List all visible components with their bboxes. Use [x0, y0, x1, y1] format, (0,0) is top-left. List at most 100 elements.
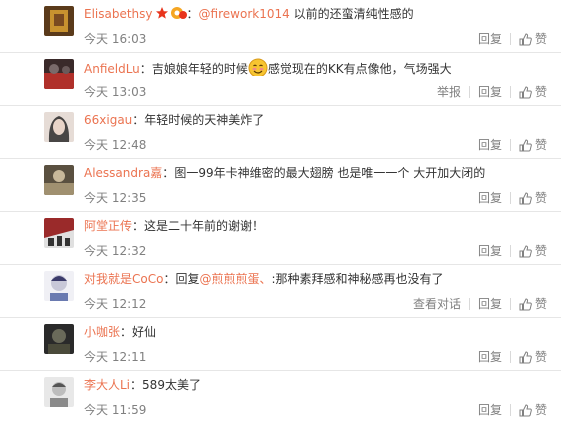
comment-item: 阿堂正传：这是二十年前的谢谢！ 今天 12:32 回复 赞 — [0, 212, 561, 265]
star-badge-icon — [155, 6, 169, 23]
comment-text: 年轻时候的天神美炸了 — [144, 113, 265, 127]
avatar[interactable] — [44, 377, 74, 407]
divider — [468, 86, 470, 98]
divider — [468, 298, 470, 310]
member-badge-icon — [170, 6, 187, 23]
timestamp: 今天 13:03 — [84, 85, 147, 99]
username[interactable]: 阿堂正传 — [84, 219, 132, 233]
like-button[interactable]: 赞 — [519, 31, 547, 47]
like-label: 赞 — [534, 297, 547, 311]
comment-item: 李大人Li：589太美了 今天 11:59 回复 赞 — [0, 371, 561, 424]
like-label: 赞 — [534, 191, 547, 205]
reply-button[interactable]: 回复 — [478, 296, 502, 312]
like-button[interactable]: 赞 — [519, 402, 547, 418]
avatar[interactable] — [44, 324, 74, 354]
thumbs-up-icon — [519, 244, 532, 257]
separator: ： — [132, 219, 145, 233]
comment-text: 这是二十年前的谢谢！ — [144, 219, 265, 233]
mention-link[interactable]: @煎煎煎蛋、 — [199, 272, 271, 286]
thumbs-up-icon — [519, 297, 532, 310]
divider — [509, 192, 511, 204]
separator: ： — [162, 166, 175, 180]
like-button[interactable]: 赞 — [519, 84, 547, 100]
separator: ： — [186, 7, 199, 21]
comment-text-continued: 感觉现在的KK有点像他，气场强大 — [267, 62, 452, 76]
divider — [509, 298, 511, 310]
avatar[interactable] — [44, 59, 74, 89]
username[interactable]: 对我就是CoCo — [84, 272, 163, 286]
thumbs-up-icon — [519, 191, 532, 204]
divider — [509, 86, 511, 98]
timestamp: 今天 11:59 — [84, 403, 147, 417]
like-label: 赞 — [534, 350, 547, 364]
thumbs-up-icon — [519, 403, 532, 416]
timestamp: 今天 16:03 — [84, 32, 147, 46]
username[interactable]: Elisabethsy — [84, 7, 153, 21]
like-button[interactable]: 赞 — [519, 137, 547, 153]
reply-prefix: 回复 — [175, 272, 200, 286]
like-label: 赞 — [534, 244, 547, 258]
username[interactable]: 李大人Li — [84, 378, 130, 392]
comment-item: 66xigau：年轻时候的天神美炸了 今天 12:48 回复 赞 — [0, 106, 561, 159]
separator: ： — [120, 325, 133, 339]
like-label: 赞 — [534, 403, 547, 417]
username[interactable]: 66xigau — [84, 113, 132, 127]
comment-list: Elisabethsy ：@firework1014 以前的还蛮清纯性感的 今天 … — [0, 0, 561, 433]
comment-item: 对我就是CoCo：回复@煎煎煎蛋、:那种素拜感和神秘感再也没有了 今天 12:1… — [0, 265, 561, 318]
avatar[interactable] — [44, 165, 74, 195]
avatar[interactable] — [44, 6, 74, 36]
smiley-emoji-icon — [248, 58, 268, 76]
reply-button[interactable]: 回复 — [478, 84, 502, 100]
timestamp: 今天 12:12 — [84, 297, 147, 311]
report-button[interactable]: 举报 — [437, 84, 461, 100]
separator: ： — [163, 272, 176, 286]
view-conversation-button[interactable]: 查看对话 — [413, 296, 461, 312]
avatar[interactable] — [44, 218, 74, 248]
like-button[interactable]: 赞 — [519, 349, 547, 365]
comment-text: 好仙 — [132, 325, 157, 339]
reply-button[interactable]: 回复 — [478, 349, 502, 365]
thumbs-up-icon — [519, 85, 532, 98]
username[interactable]: Alessandra嘉 — [84, 166, 162, 180]
comment-text: 589太美了 — [142, 378, 201, 392]
timestamp: 今天 12:35 — [84, 191, 147, 205]
thumbs-up-icon — [519, 138, 532, 151]
comment-item: 小咖张：好仙 今天 12:11 回复 赞 — [0, 318, 561, 371]
divider — [509, 404, 511, 416]
reply-button[interactable]: 回复 — [478, 137, 502, 153]
like-button[interactable]: 赞 — [519, 190, 547, 206]
like-button[interactable]: 赞 — [519, 243, 547, 259]
timestamp: 今天 12:32 — [84, 244, 147, 258]
divider — [509, 139, 511, 151]
comment-item: Alessandra嘉：图一99年卡神维密的最大翅膀 也是唯一一个 大开加大闭的… — [0, 159, 561, 212]
reply-button[interactable]: 回复 — [478, 243, 502, 259]
reply-button[interactable]: 回复 — [478, 402, 502, 418]
username[interactable]: 小咖张 — [84, 325, 120, 339]
timestamp: 今天 12:48 — [84, 138, 147, 152]
thumbs-up-icon — [519, 350, 532, 363]
avatar[interactable] — [44, 112, 74, 142]
comment-text: 吉娘娘年轻的时候 — [151, 62, 248, 76]
like-label: 赞 — [534, 85, 547, 99]
separator: ： — [132, 113, 145, 127]
like-button[interactable]: 赞 — [519, 296, 547, 312]
comment-text: 图一99年卡神维密的最大翅膀 也是唯一一个 大开加大闭的 — [174, 166, 486, 180]
comment-text: 以前的还蛮清纯性感的 — [293, 7, 414, 21]
separator: ： — [139, 62, 152, 76]
like-label: 赞 — [534, 32, 547, 46]
timestamp: 今天 12:11 — [84, 350, 147, 364]
separator: ： — [130, 378, 143, 392]
username[interactable]: AnfieldLu — [84, 62, 140, 76]
divider — [509, 33, 511, 45]
divider — [509, 245, 511, 257]
comment-item: AnfieldLu：吉娘娘年轻的时候 感觉现在的KK有点像他，气场强大 今天 13… — [0, 53, 561, 106]
like-label: 赞 — [534, 138, 547, 152]
reply-button[interactable]: 回复 — [478, 31, 502, 47]
comment-item: Elisabethsy ：@firework1014 以前的还蛮清纯性感的 今天 … — [0, 0, 561, 53]
comment-text: 那种素拜感和神秘感再也没有了 — [275, 272, 444, 286]
divider — [509, 351, 511, 363]
thumbs-up-icon — [519, 32, 532, 45]
mention-link[interactable]: @firework1014 — [199, 7, 290, 21]
reply-button[interactable]: 回复 — [478, 190, 502, 206]
avatar[interactable] — [44, 271, 74, 301]
